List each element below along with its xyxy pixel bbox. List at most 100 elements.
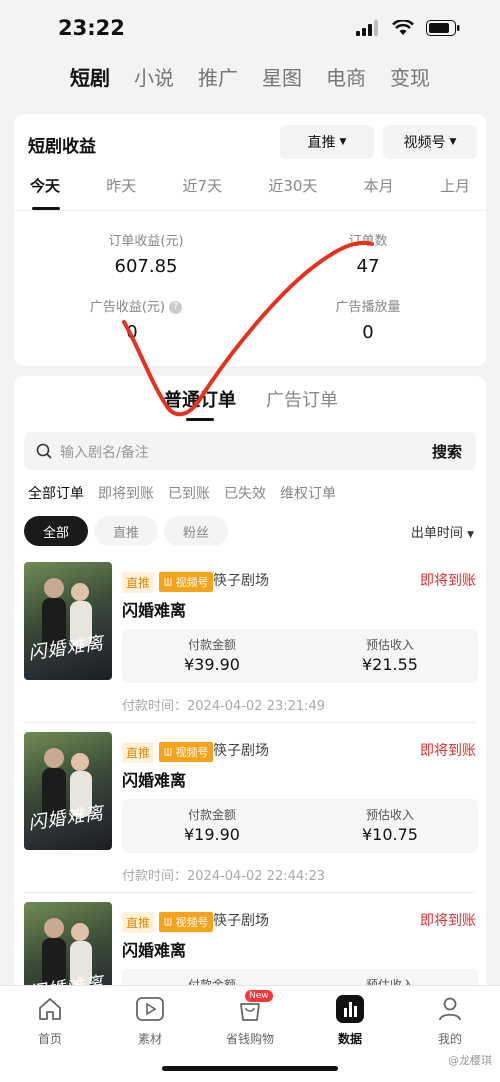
summary-title: 短剧收益 bbox=[28, 137, 96, 157]
date-tab-30days[interactable]: 近30天 bbox=[268, 175, 317, 196]
order-status-filters: 全部订单 即将到账 已到账 已失效 维权订单 bbox=[28, 483, 336, 503]
payment-time: 付款时间：2024-04-02 22:44:23 bbox=[122, 869, 326, 884]
metric-value-order-count: 47 bbox=[356, 256, 380, 277]
amount-value: ¥19.90 bbox=[184, 825, 240, 844]
pill-all[interactable]: 全部 bbox=[24, 516, 88, 546]
order-status: 即将到账 bbox=[420, 913, 476, 929]
drama-poster: 闪婚难离 bbox=[24, 562, 112, 680]
date-tab-this-month[interactable]: 本月 bbox=[364, 175, 394, 196]
tag-platform-label: 视频号 bbox=[175, 916, 209, 929]
order-type-tabs: 普通订单 广告订单 bbox=[164, 386, 338, 421]
caret-down-icon: ▼ bbox=[449, 137, 457, 147]
tab-regular-orders[interactable]: 普通订单 bbox=[164, 386, 236, 421]
metric-label-order-income: 订单收益(元) bbox=[108, 234, 184, 249]
new-badge: New bbox=[245, 990, 273, 1002]
pill-fans[interactable]: 粉丝 bbox=[164, 516, 228, 546]
tab-materials[interactable]: 素材 bbox=[100, 994, 200, 1047]
order-amount-box: 付款金额 ¥39.90 预估收入 ¥21.55 bbox=[122, 629, 478, 683]
tab-profile[interactable]: 我的 bbox=[400, 994, 500, 1047]
platform-dropdown[interactable]: 视频号 ▼ bbox=[383, 125, 477, 159]
order-title: 闪婚难离 bbox=[122, 771, 187, 790]
income-value: ¥10.75 bbox=[362, 825, 418, 844]
nav-tab-monetize[interactable]: 变现 bbox=[390, 62, 430, 91]
date-range-tabs: 今天 昨天 近7天 近30天 本月 上月 bbox=[14, 175, 486, 210]
date-tab-yesterday[interactable]: 昨天 bbox=[106, 175, 136, 196]
date-tab-7days[interactable]: 近7天 bbox=[183, 175, 223, 196]
video-channel-icon: ᗯ bbox=[164, 746, 176, 759]
battery-icon bbox=[426, 20, 460, 36]
payment-time: 付款时间：2024-04-02 23:21:49 bbox=[122, 699, 326, 714]
metric-label-ad-plays: 广告播放量 bbox=[335, 300, 401, 315]
tag-platform: ᗯ 视频号 bbox=[159, 572, 214, 592]
order-row[interactable]: 闪婚难离 直推 ᗯ 视频号 筷子剧场 即将到账 闪婚难离 付款金额 ¥19.90… bbox=[14, 732, 486, 902]
metric-label-ad-income-text: 广告收益(元) bbox=[89, 300, 165, 315]
order-amount-box: 付款金额 ¥19.90 预估收入 ¥10.75 bbox=[122, 799, 478, 853]
order-source: 筷子剧场 bbox=[213, 573, 269, 589]
divider bbox=[14, 210, 486, 211]
home-icon bbox=[35, 994, 65, 1024]
order-title: 闪婚难离 bbox=[122, 601, 187, 620]
date-tab-last-month[interactable]: 上月 bbox=[440, 175, 470, 196]
tag-platform: ᗯ 视频号 bbox=[159, 742, 214, 762]
status-time: 23:22 bbox=[58, 16, 125, 40]
video-channel-icon: ᗯ bbox=[164, 576, 176, 589]
search-button[interactable]: 搜索 bbox=[432, 441, 462, 462]
nav-tab-star-map[interactable]: 星图 bbox=[262, 62, 302, 91]
tab-shopping-label: 省钱购物 bbox=[225, 1032, 274, 1046]
help-icon[interactable]: ? bbox=[169, 301, 183, 314]
order-source: 筷子剧场 bbox=[213, 743, 269, 759]
nav-tab-ecommerce[interactable]: 电商 bbox=[326, 62, 366, 91]
tab-data-label: 数据 bbox=[337, 1032, 362, 1046]
metric-value-ad-income: 0 bbox=[126, 322, 138, 343]
play-icon bbox=[135, 994, 165, 1024]
amount-label: 付款金额 bbox=[187, 638, 236, 652]
status-icons bbox=[356, 20, 460, 36]
amount-label: 付款金额 bbox=[187, 808, 236, 822]
metric-label-ad-income: 广告收益(元) ? bbox=[46, 296, 226, 315]
nav-tab-novel[interactable]: 小说 bbox=[134, 62, 174, 91]
earnings-summary-card: 短剧收益 直推 ▼ 视频号 ▼ 今天 昨天 近7天 近30天 本月 上月 订单收… bbox=[14, 114, 486, 366]
filter-expired[interactable]: 已失效 bbox=[224, 483, 266, 503]
order-status: 即将到账 bbox=[420, 743, 476, 759]
video-channel-icon: ᗯ bbox=[164, 916, 176, 929]
search-bar[interactable]: 输入剧名/备注 搜索 bbox=[24, 432, 476, 470]
top-nav: 短剧 小说 推广 星图 电商 变现 bbox=[0, 62, 500, 91]
tag-platform-label: 视频号 bbox=[175, 746, 209, 759]
sort-label: 出单时间 bbox=[410, 526, 463, 541]
income-value: ¥21.55 bbox=[362, 655, 418, 674]
metric-value-order-income: 607.85 bbox=[114, 256, 178, 277]
tag-platform-label: 视频号 bbox=[175, 576, 209, 589]
order-status: 即将到账 bbox=[420, 573, 476, 589]
filter-all-orders[interactable]: 全部订单 bbox=[28, 483, 84, 503]
order-row[interactable]: 闪婚难离 直推 ᗯ 视频号 筷子剧场 即将到账 闪婚难离 付款金额 ¥39.90… bbox=[14, 562, 486, 732]
income-label: 预估收入 bbox=[365, 808, 414, 822]
filter-dispute[interactable]: 维权订单 bbox=[280, 483, 336, 503]
tab-profile-label: 我的 bbox=[437, 1032, 462, 1046]
filter-pending[interactable]: 即将到账 bbox=[98, 483, 154, 503]
sort-dropdown[interactable]: 出单时间 ▼ bbox=[411, 522, 474, 541]
channel-dropdown-label: 直推 bbox=[307, 135, 336, 151]
signal-icon bbox=[356, 20, 378, 36]
metric-label-order-count: 订单数 bbox=[348, 234, 388, 249]
user-icon bbox=[435, 994, 465, 1024]
pill-direct[interactable]: 直推 bbox=[94, 516, 158, 546]
filter-received[interactable]: 已到账 bbox=[168, 483, 210, 503]
caret-down-icon: ▼ bbox=[467, 530, 474, 540]
tag-direct: 直推 bbox=[122, 572, 155, 593]
tab-home[interactable]: 首页 bbox=[0, 994, 100, 1047]
channel-dropdown[interactable]: 直推 ▼ bbox=[280, 125, 374, 159]
bar-chart-icon bbox=[335, 994, 365, 1024]
tab-home-label: 首页 bbox=[37, 1032, 62, 1046]
date-tab-today[interactable]: 今天 bbox=[30, 175, 61, 210]
nav-tab-short-drama[interactable]: 短剧 bbox=[70, 62, 110, 91]
search-input[interactable]: 输入剧名/备注 bbox=[60, 442, 149, 462]
tab-ad-orders[interactable]: 广告订单 bbox=[266, 386, 338, 412]
tag-direct: 直推 bbox=[122, 912, 155, 933]
tab-materials-label: 素材 bbox=[137, 1032, 162, 1046]
nav-tab-promote[interactable]: 推广 bbox=[198, 62, 238, 91]
tab-data[interactable]: 数据 bbox=[300, 994, 400, 1047]
home-indicator bbox=[162, 1066, 338, 1071]
search-icon bbox=[36, 443, 52, 459]
divider bbox=[24, 722, 476, 723]
order-source: 筷子剧场 bbox=[213, 913, 269, 929]
